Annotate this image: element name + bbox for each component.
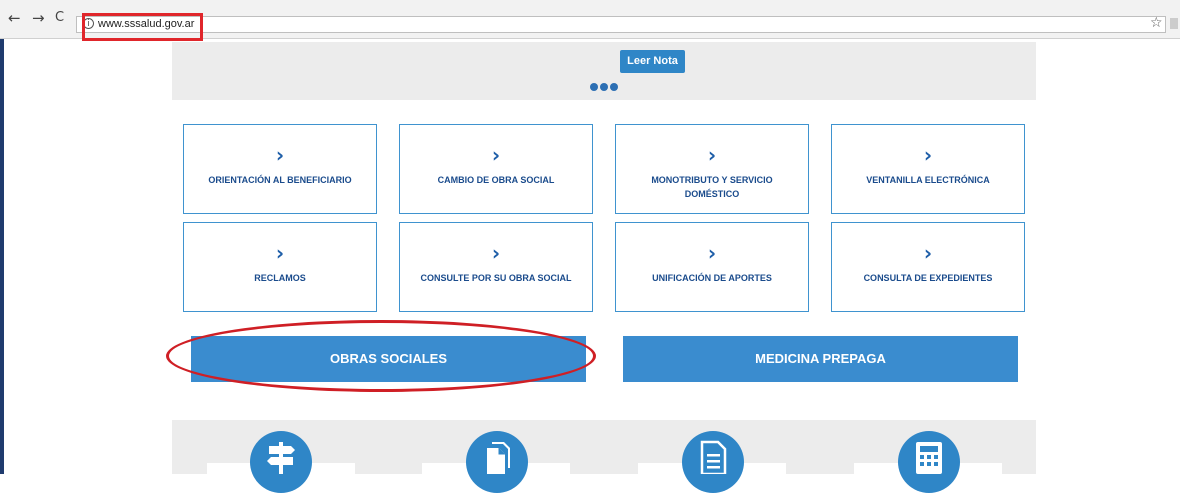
tile-label: UNIFICACIÓN DE APORTES [652,273,772,283]
calculator-icon[interactable] [898,431,960,493]
tile-cambio-obra-social[interactable]: › CAMBIO DE OBRA SOCIAL [399,124,593,214]
tile-ventanilla-electronica[interactable]: › VENTANILLA ELECTRÓNICA [831,124,1025,214]
tile-label: CONSULTE POR SU OBRA SOCIAL [420,273,572,283]
tile-consulte-obra-social[interactable]: › CONSULTE POR SU OBRA SOCIAL [399,222,593,312]
tile-label: RECLAMOS [254,273,306,283]
tile-orientacion-beneficiario[interactable]: › ORIENTACIÓN AL BENEFICIARIO [183,124,377,214]
documents-icon[interactable] [466,431,528,493]
tile-label: CONSULTA DE EXPEDIENTES [863,273,993,283]
tile-unificacion-aportes[interactable]: › UNIFICACIÓN DE APORTES [615,222,809,312]
address-bar[interactable] [76,16,1166,33]
tile-label: MONOTRIBUTO Y SERVICIO DOMÉSTICO [651,175,773,199]
reload-icon[interactable]: C [55,10,64,26]
url-annotation-box [82,13,203,41]
window-left-border [0,0,4,474]
carousel-dot[interactable] [610,83,618,91]
signpost-icon[interactable] [250,431,312,493]
tile-label: VENTANILLA ELECTRÓNICA [866,175,990,185]
chevron-right-icon: › [923,241,933,265]
extension-icon[interactable] [1170,18,1178,29]
tile-reclamos[interactable]: › RECLAMOS [183,222,377,312]
tile-label: CAMBIO DE OBRA SOCIAL [437,175,555,185]
carousel-dot[interactable] [600,83,608,91]
chevron-right-icon: › [923,143,933,167]
chevron-right-icon: › [275,241,285,265]
tile-monotributo-servicio-domestico[interactable]: › MONOTRIBUTO Y SERVICIO DOMÉSTICO [615,124,809,214]
carousel-dot[interactable] [590,83,598,91]
forward-arrow-icon[interactable]: → [32,10,45,26]
read-note-button[interactable]: Leer Nota [620,50,685,73]
bookmark-star-icon[interactable]: ☆ [1150,15,1163,31]
chevron-right-icon: › [707,241,717,265]
medicina-prepaga-button[interactable]: MEDICINA PREPAGA [623,336,1018,382]
document-list-icon[interactable] [682,431,744,493]
tile-label: ORIENTACIÓN AL BENEFICIARIO [208,175,352,185]
obras-sociales-annotation-ellipse [166,320,596,392]
chevron-right-icon: › [275,143,285,167]
chevron-right-icon: › [707,143,717,167]
back-arrow-icon[interactable]: ← [8,10,21,26]
carousel-dots[interactable] [590,78,620,96]
chevron-right-icon: › [491,143,501,167]
tile-consulta-expedientes[interactable]: › CONSULTA DE EXPEDIENTES [831,222,1025,312]
chevron-right-icon: › [491,241,501,265]
